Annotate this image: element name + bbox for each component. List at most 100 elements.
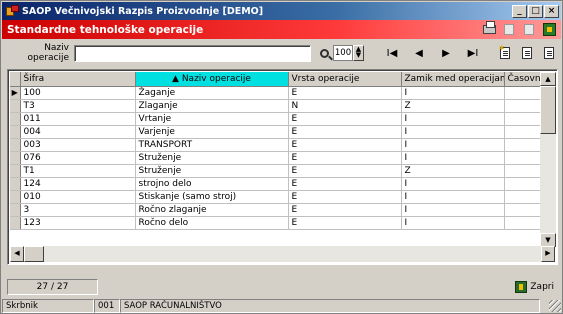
cell-casovni [504,138,544,152]
cell-zamik: I [401,151,505,165]
table-row[interactable]: T3 Zlaganje N Z [10,99,544,113]
cell-vrsta: E [288,86,402,100]
cell-zamik: I [401,112,505,126]
cell-vrsta: E [288,125,402,139]
edit-record-button[interactable] [519,45,535,61]
next-record-button[interactable]: ▶ [434,44,458,62]
cell-naziv: Vrtanje [135,112,289,126]
row-indicator [10,125,21,139]
page-title: Standardne tehnološke operacije [7,23,204,36]
table-row[interactable]: T1 Struženje E Z [10,164,544,178]
row-indicator [10,138,21,152]
status-company-code: 001 [94,299,120,313]
cell-casovni [504,151,544,165]
paste-button[interactable] [521,22,537,37]
row-indicator [10,216,21,230]
cell-casovni [504,203,544,217]
print-button[interactable] [481,21,497,37]
scroll-right-button[interactable]: ▶ [541,246,555,262]
table-row[interactable]: ▶ 100 Žaganje E I [10,86,544,100]
vertical-scrollbar[interactable]: ▲ ▼ [540,72,556,247]
table-row[interactable]: 004 Varjenje E I [10,125,544,139]
maximize-button[interactable]: □ [528,4,543,18]
exit-app-button[interactable] [541,22,557,37]
cell-vrsta: E [288,112,402,126]
search-button[interactable] [315,44,333,62]
vertical-scroll-thumb[interactable] [540,86,556,134]
cell-naziv: Zlaganje [135,99,289,113]
cell-zamik: Z [401,99,505,113]
cell-naziv: Stiskanje (samo stroj) [135,190,289,204]
cell-zamik: Z [401,164,505,178]
cell-vrsta: E [288,190,402,204]
current-row-indicator: ▶ [10,86,21,100]
status-company: SAOP RAČUNALNIŠTVO [120,299,540,313]
table-row[interactable]: 3 Ročno zlaganje E I [10,203,544,217]
column-header-zamik[interactable]: Zamik med operacijami [401,72,505,87]
delete-record-button[interactable] [541,45,557,61]
table-row[interactable]: 010 Stiskanje (samo stroj) E I [10,190,544,204]
cell-zamik: I [401,138,505,152]
close-window-button[interactable]: × [544,4,559,18]
cell-sifra: 124 [20,177,136,191]
filter-toolbar: Naziv operacije 100 ▲ ▼ I◀ ◀ ▶ ▶I ✶ [2,41,561,65]
row-indicator [10,151,21,165]
cell-sifra: T1 [20,164,136,178]
resize-grip[interactable] [549,300,561,312]
table-row[interactable]: 076 Struženje E I [10,151,544,165]
record-limit-spinner[interactable]: ▲ ▼ [353,45,364,61]
table-row[interactable]: 003 TRANSPORT E I [10,138,544,152]
cell-zamik: I [401,86,505,100]
row-indicator [10,99,21,113]
cell-zamik: I [401,125,505,139]
table-row[interactable]: 123 Ročno delo E I [10,216,544,230]
cell-sifra: 3 [20,203,136,217]
horizontal-scroll-thumb[interactable] [24,246,44,262]
cell-naziv: Ročno zlaganje [135,203,289,217]
filter-input[interactable] [74,44,311,62]
minimize-button[interactable]: _ [512,4,527,18]
operations-grid[interactable]: Šifra ▲ Naziv operacije Vrsta operacije … [7,69,558,265]
cell-casovni [504,190,544,204]
column-header-sifra[interactable]: Šifra [20,72,136,87]
cell-naziv: Varjenje [135,125,289,139]
scroll-down-button[interactable]: ▼ [540,233,556,247]
cell-vrsta: E [288,164,402,178]
record-limit-field[interactable]: 100 [333,45,353,61]
scroll-up-button[interactable]: ▲ [540,72,556,86]
prev-record-button[interactable]: ◀ [407,44,431,62]
cell-casovni [504,99,544,113]
cell-vrsta: E [288,177,402,191]
header-indicator [10,72,21,87]
scroll-left-button[interactable]: ◀ [10,246,24,262]
cell-zamik: I [401,190,505,204]
cell-sifra: 011 [20,112,136,126]
new-record-button[interactable]: ✶ [497,44,513,61]
horizontal-scrollbar[interactable]: ◀ ▶ [10,246,555,262]
last-record-button[interactable]: ▶I [461,44,485,62]
first-record-button[interactable]: I◀ [380,44,404,62]
cell-sifra: 123 [20,216,136,230]
title-bar[interactable]: SAOP Večnivojski Razpis Proizvodnje [DEM… [2,2,561,20]
table-row[interactable]: 124 strojno delo E I [10,177,544,191]
cell-casovni [504,86,544,100]
form-header: Standardne tehnološke operacije [2,20,561,39]
row-indicator [10,177,21,191]
copy-button[interactable] [501,22,517,37]
status-bar: Skrbnik 001 SAOP RAČUNALNIŠTVO [2,299,561,313]
cell-sifra: 003 [20,138,136,152]
close-button[interactable]: Zapri [515,279,554,295]
cell-vrsta: E [288,216,402,230]
cell-zamik: I [401,203,505,217]
cell-zamik: I [401,216,505,230]
cell-vrsta: E [288,151,402,165]
column-header-vrsta[interactable]: Vrsta operacije [288,72,402,87]
column-header-naziv[interactable]: ▲ Naziv operacije [135,72,289,87]
paste-icon [524,24,534,35]
filter-label: Naziv operacije [27,43,69,63]
app-logo-icon [6,4,19,18]
table-row[interactable]: 011 Vrtanje E I [10,112,544,126]
new-document-icon: ✶ [498,44,510,59]
column-header-casovni[interactable]: Časovni z [504,72,544,87]
cell-vrsta: N [288,99,402,113]
